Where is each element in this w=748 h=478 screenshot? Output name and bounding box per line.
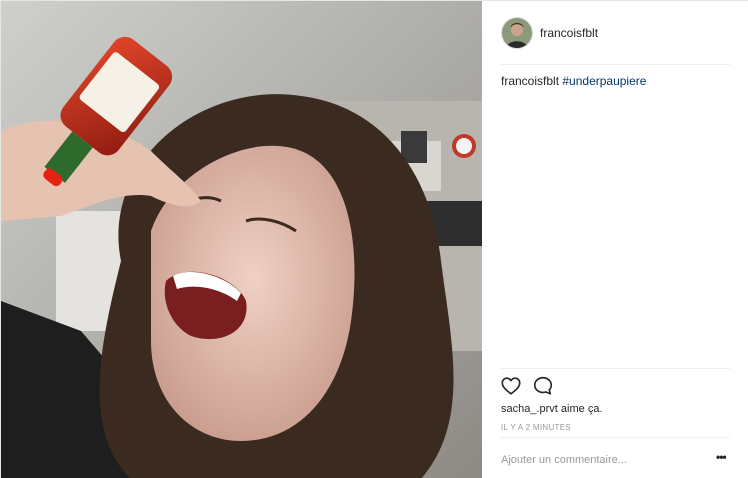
likes-suffix: aime ça. xyxy=(557,403,603,415)
comment-button[interactable] xyxy=(532,375,556,399)
post-timestamp[interactable]: IL Y A 2 MINUTES xyxy=(501,423,571,432)
divider xyxy=(500,64,730,65)
header-username[interactable]: francoisfblt xyxy=(540,26,598,40)
divider xyxy=(500,368,730,369)
post-side-panel: francoisfblt francoisfblt #underpaupiere… xyxy=(482,1,748,478)
caption-username[interactable]: francoisfblt xyxy=(501,74,559,88)
instagram-post: francoisfblt francoisfblt #underpaupiere… xyxy=(0,0,748,478)
divider xyxy=(500,437,730,438)
post-photo[interactable] xyxy=(1,1,482,478)
heart-icon xyxy=(501,377,521,395)
avatar-icon xyxy=(502,18,532,48)
post-header: francoisfblt xyxy=(482,1,748,65)
photo-image xyxy=(1,1,482,478)
caption-hashtag[interactable]: #underpaupiere xyxy=(562,74,646,88)
post-caption: francoisfblt #underpaupiere xyxy=(501,74,646,89)
liker-username[interactable]: sacha_.prvt xyxy=(501,403,558,415)
more-options-button[interactable]: ••• xyxy=(716,451,732,466)
like-button[interactable] xyxy=(500,375,524,399)
comment-icon xyxy=(533,376,553,395)
comment-input[interactable] xyxy=(501,451,701,469)
avatar[interactable] xyxy=(501,17,533,49)
likes-line: sacha_.prvt aime ça. xyxy=(501,403,603,415)
